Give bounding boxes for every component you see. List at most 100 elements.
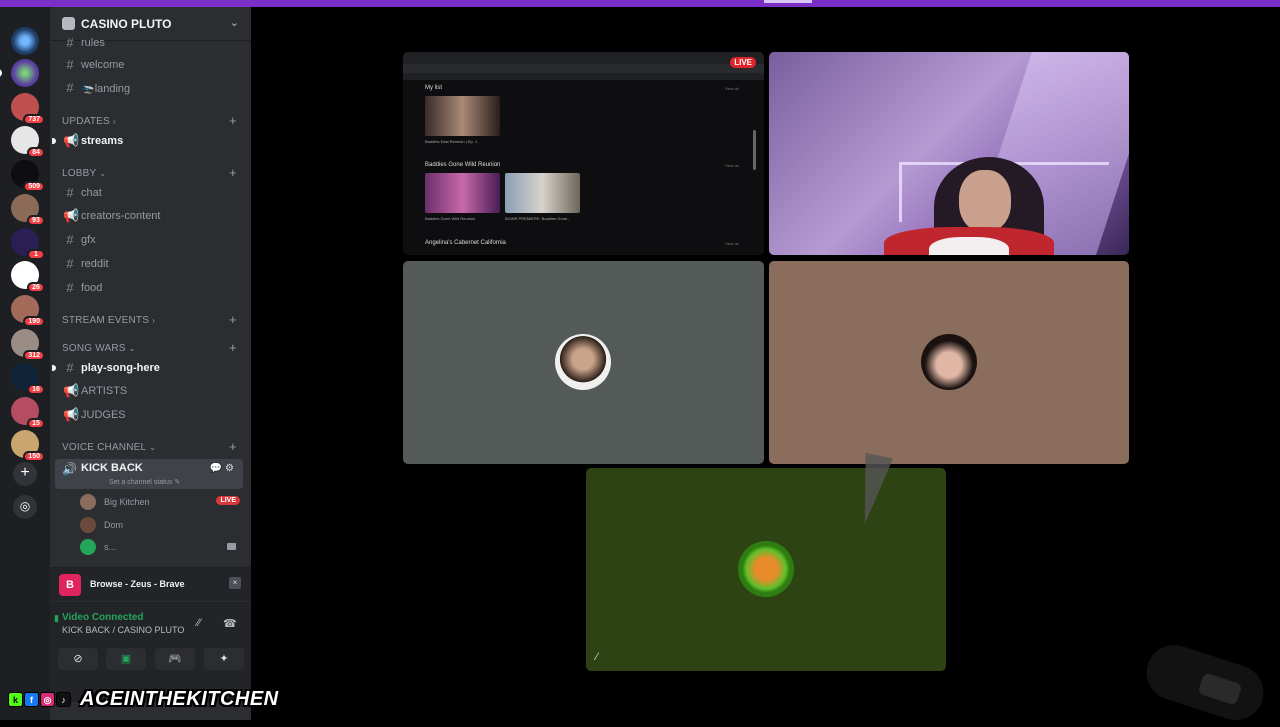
server-icon-active[interactable] bbox=[11, 27, 39, 55]
channel-landing[interactable]: # 🛬landing bbox=[55, 77, 243, 99]
voice-channel-tools[interactable]: 💬⚙ bbox=[210, 463, 237, 474]
connection-location[interactable]: KICK BACK / CASINO PLUTO bbox=[62, 625, 184, 635]
hash-icon: # bbox=[66, 256, 74, 271]
chevron-down-icon: ⌄ bbox=[99, 169, 107, 178]
mention-badge: 15 bbox=[27, 418, 45, 429]
mention-badge: 737 bbox=[23, 114, 45, 125]
channel-artists[interactable]: 📢 ARTISTS bbox=[55, 380, 243, 402]
tiktok-icon: ♪ bbox=[56, 692, 71, 707]
activity-panel[interactable]: B Browse - Zeus - Brave × bbox=[50, 567, 251, 601]
instagram-icon: ◎ bbox=[40, 692, 55, 707]
mention-badge: 1 bbox=[27, 249, 45, 260]
section-heading: My list bbox=[425, 85, 442, 91]
channel-rules[interactable]: # rules bbox=[55, 32, 243, 54]
active-window-tab[interactable] bbox=[764, 0, 812, 3]
category-updates[interactable]: UPDATES › bbox=[62, 116, 116, 127]
participant-tile[interactable]: ⁄ bbox=[586, 468, 946, 671]
channel-judges[interactable]: 📢 JUDGES bbox=[55, 404, 243, 426]
scrollbar[interactable] bbox=[753, 130, 756, 170]
unread-indicator bbox=[52, 138, 56, 144]
video-thumbnail bbox=[425, 173, 500, 213]
participant-tile[interactable] bbox=[769, 261, 1129, 464]
streamer-brand: ACEINTHEKITCHEN bbox=[80, 688, 279, 710]
server-icon-casino-pluto[interactable] bbox=[0, 59, 39, 87]
activity-title: Browse - Zeus - Brave bbox=[90, 579, 185, 589]
soundboard-button[interactable]: ✦ bbox=[204, 648, 244, 670]
add-channel-icon[interactable]: + bbox=[229, 165, 237, 180]
category-stream-events[interactable]: STREAM EVENTS › bbox=[62, 315, 155, 326]
person-shirt-inner bbox=[929, 237, 1009, 255]
channel-food[interactable]: # food bbox=[55, 277, 243, 299]
voice-channel-kick-back[interactable]: 🔊 KICK BACK Set a channel status ✎ 💬⚙ bbox=[55, 459, 243, 489]
server-icon[interactable]: 84 bbox=[11, 126, 45, 158]
explore-servers-icon[interactable]: ◎ bbox=[13, 495, 37, 519]
add-server-icon[interactable]: + bbox=[13, 462, 37, 486]
avatar bbox=[555, 334, 611, 390]
disconnect-icon[interactable]: ☎ bbox=[223, 617, 237, 630]
section-heading: Baddies Gone Wild Reunion bbox=[425, 162, 501, 168]
channel-sidebar: CASINO PLUTO ⌄ # rules # welcome # 🛬land… bbox=[50, 7, 251, 720]
megaphone-icon: 📢 bbox=[63, 208, 80, 223]
live-badge: LIVE bbox=[216, 496, 240, 505]
megaphone-icon: 📢 bbox=[63, 383, 80, 398]
voice-user[interactable]: s... bbox=[80, 537, 240, 557]
channel-play-song-here[interactable]: # play-song-here bbox=[52, 357, 243, 379]
server-icon[interactable]: 1 bbox=[11, 228, 45, 260]
server-icon[interactable]: 26 bbox=[11, 261, 45, 293]
screenshare-tile[interactable]: LIVE My list View all Baddies East Reuni… bbox=[403, 52, 764, 255]
voice-user[interactable]: Dom bbox=[80, 515, 240, 535]
view-all-link: View all bbox=[725, 241, 739, 246]
voice-user[interactable]: Big Kitchen LIVE bbox=[80, 492, 240, 512]
muted-mic-icon: ⁄ bbox=[596, 651, 598, 663]
video-thumbnail bbox=[505, 173, 580, 213]
channel-status-placeholder[interactable]: Set a channel status ✎ bbox=[109, 478, 180, 486]
add-channel-icon[interactable]: + bbox=[229, 312, 237, 327]
top-accent-bar bbox=[0, 0, 1280, 7]
unread-indicator bbox=[52, 365, 56, 371]
channel-welcome[interactable]: # welcome bbox=[55, 54, 243, 76]
activities-button[interactable]: 🎮 bbox=[155, 648, 195, 670]
add-channel-icon[interactable]: + bbox=[229, 113, 237, 128]
channel-reddit[interactable]: # reddit bbox=[55, 253, 243, 275]
voice-actions: ⊘ ▣ 🎮 ✦ bbox=[58, 648, 244, 670]
participant-tile[interactable] bbox=[403, 261, 764, 464]
add-channel-icon[interactable]: + bbox=[229, 340, 237, 355]
add-channel-icon[interactable]: + bbox=[229, 439, 237, 454]
category-voice-channel[interactable]: VOICE CHANNEL ⌄ bbox=[62, 442, 156, 453]
channel-creators-content[interactable]: 📢 creators-content bbox=[55, 205, 243, 227]
avatar bbox=[921, 334, 977, 390]
category-song-wars[interactable]: SONG WARS ⌄ bbox=[62, 343, 136, 354]
streamer-overlay: k f ◎ ♪ ACEINTHEKITCHEN bbox=[8, 686, 326, 714]
server-icon[interactable]: 93 bbox=[11, 194, 45, 226]
avatar bbox=[80, 539, 96, 555]
server-icon[interactable]: 15 bbox=[11, 397, 45, 429]
server-icon[interactable]: 312 bbox=[11, 329, 45, 361]
view-all-link: View all bbox=[725, 163, 739, 168]
camera-off-button[interactable]: ⊘ bbox=[58, 648, 98, 670]
chevron-down-icon: ⌄ bbox=[229, 17, 239, 29]
server-name: CASINO PLUTO bbox=[81, 17, 172, 31]
server-icon[interactable]: 16 bbox=[11, 363, 45, 395]
mention-badge: 150 bbox=[23, 451, 45, 462]
connection-status[interactable]: Video Connected bbox=[62, 612, 144, 623]
noise-suppression-icon[interactable]: ⁄⁄ bbox=[197, 617, 201, 629]
category-lobby[interactable]: LOBBY ⌄ bbox=[62, 168, 106, 179]
channel-gfx[interactable]: # gfx bbox=[55, 229, 243, 251]
channel-chat[interactable]: # chat bbox=[55, 182, 243, 204]
browser-tabs bbox=[403, 52, 764, 64]
server-icon[interactable]: 150 bbox=[11, 430, 45, 462]
megaphone-icon: 📢 bbox=[63, 133, 80, 148]
server-icon[interactable]: 190 bbox=[11, 295, 45, 327]
chevron-down-icon: ⌄ bbox=[128, 344, 136, 353]
camera-tile[interactable] bbox=[769, 52, 1129, 255]
browser-address-bar bbox=[403, 64, 764, 73]
hash-icon: # bbox=[66, 185, 74, 200]
avatar bbox=[80, 517, 96, 533]
server-icon[interactable]: 737 bbox=[11, 93, 45, 125]
channel-streams[interactable]: 📢 streams bbox=[52, 130, 243, 152]
screen-share-button[interactable]: ▣ bbox=[106, 648, 146, 670]
thumbnail-caption: Baddies Gone Wild Reunion bbox=[425, 216, 476, 221]
close-icon[interactable]: × bbox=[229, 577, 241, 589]
mention-badge: 26 bbox=[27, 282, 45, 293]
server-icon[interactable]: 509 bbox=[11, 160, 45, 192]
